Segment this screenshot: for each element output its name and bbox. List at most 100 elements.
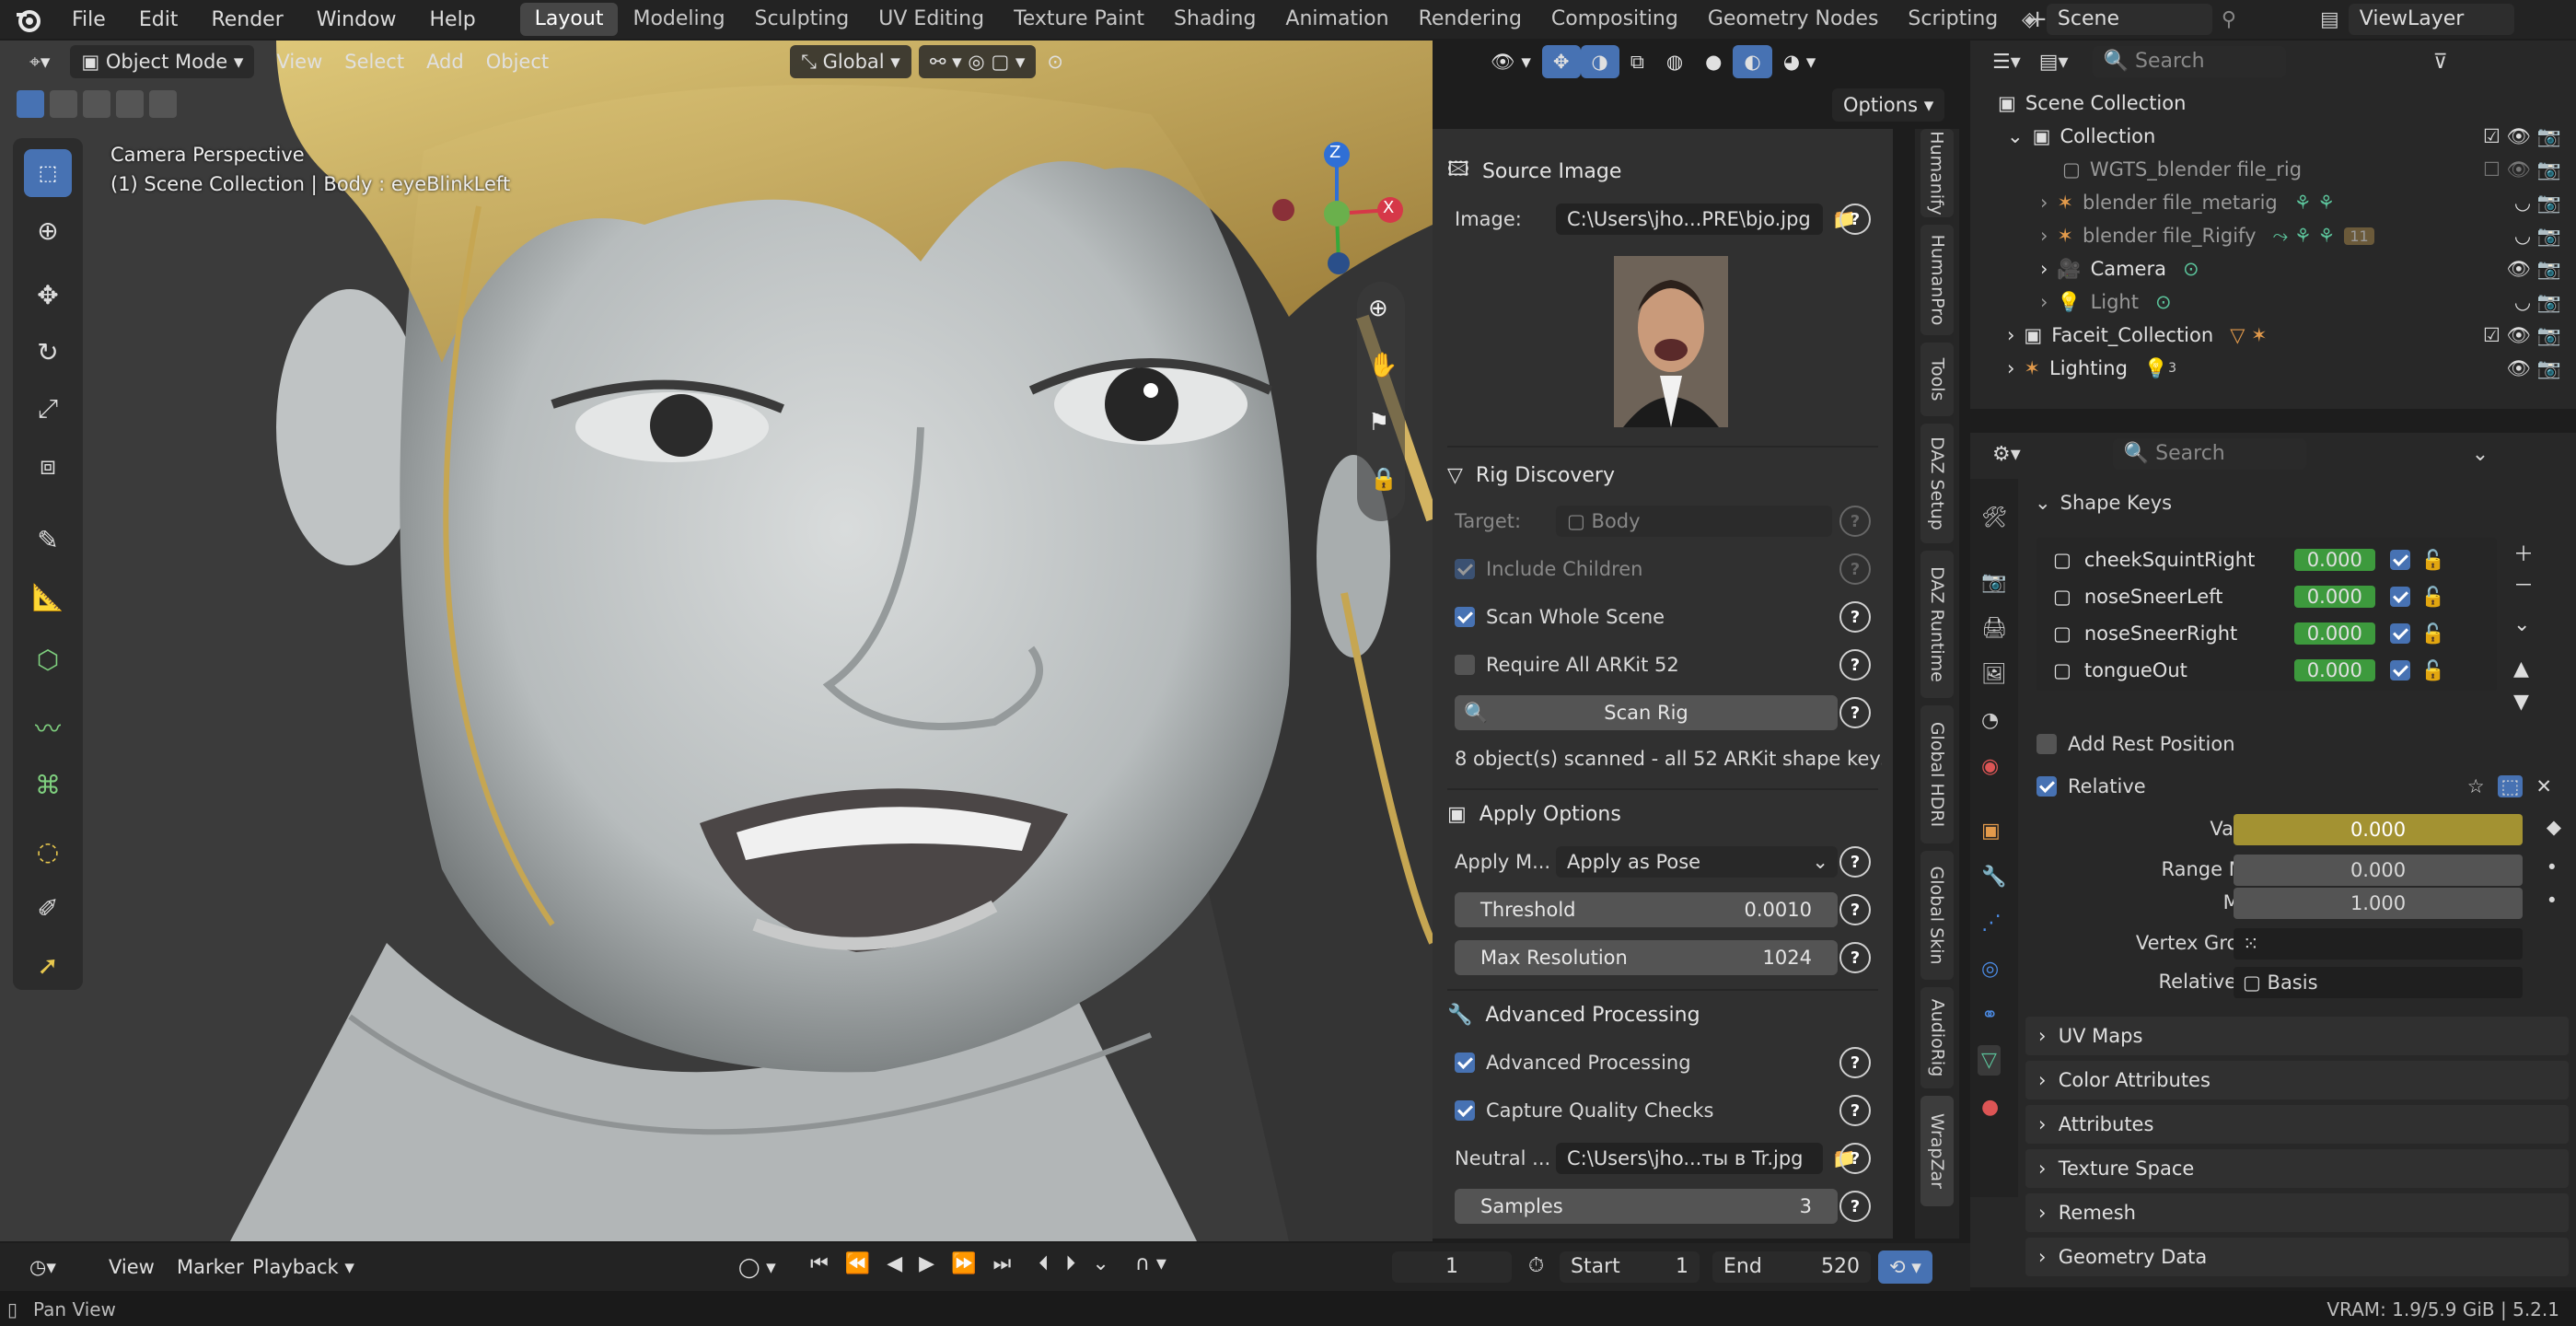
keyframe-icon[interactable]: ◆ [2547, 816, 2561, 838]
scene-collection-row[interactable]: ▣ Scene Collection [1970, 87, 2576, 120]
lock-icon[interactable]: 🔓 [2421, 659, 2445, 682]
neutral-help-icon[interactable]: ? [1839, 1143, 1871, 1174]
outliner-row-faceit[interactable]: › ▣ Faceit_Collection ▽ ✶ ☑ 👁 📷 [1970, 319, 2576, 352]
require-arkit-help-icon[interactable]: ? [1839, 649, 1871, 680]
expand-icon[interactable]: › [2007, 357, 2014, 379]
shading-solid-icon[interactable]: ● [1694, 45, 1733, 78]
tab-layout[interactable]: Layout [519, 3, 619, 36]
timeline-options-icon[interactable]: ⟲ ▾ [1878, 1250, 1932, 1284]
world-tab-icon[interactable]: ◉ [1981, 755, 1999, 778]
scene-name-field[interactable]: Scene [2046, 4, 2212, 35]
next-keyframe-icon[interactable]: ⏩ [951, 1252, 976, 1275]
color-attributes-panel[interactable]: › Color Attributes [2025, 1061, 2569, 1099]
row-controls[interactable]: ◡ 📷 [2514, 225, 2561, 248]
threshold-slider[interactable]: Threshold 0.0010 [1455, 892, 1838, 927]
start-frame-field[interactable]: Start 1 [1560, 1251, 1700, 1283]
next-marker-icon[interactable]: ⏵ [1065, 1252, 1075, 1275]
measure-tool-icon[interactable]: 📐 [24, 573, 72, 621]
scene-tab-icon[interactable]: ◔ [1981, 709, 1999, 732]
annotate-tool-icon[interactable]: ✎ [24, 516, 72, 564]
row-controls[interactable]: ☑ 👁 📷 [2483, 125, 2561, 148]
pivot-snap-dropdown[interactable]: ⚯ ▾ ◎ ▢ ▾ [918, 45, 1037, 78]
capture-quality-checkbox[interactable] [1455, 1100, 1475, 1121]
menu-file[interactable]: File [55, 8, 122, 31]
expand-icon[interactable]: › [2007, 324, 2014, 346]
shading-rendered-icon[interactable]: ◕ ▾ [1772, 45, 1828, 78]
samples-help-icon[interactable]: ? [1839, 1191, 1871, 1222]
select-box-tool-icon[interactable]: ⬚ [24, 149, 72, 197]
tab-geometry-nodes[interactable]: Geometry Nodes [1693, 3, 1894, 36]
outliner-editor-icon[interactable]: ☰▾ [1992, 51, 2021, 74]
shape-key-value[interactable]: 0.000 [2293, 549, 2375, 571]
material-tab-icon[interactable]: ● [1981, 1096, 1999, 1119]
clear-icon[interactable]: ✕ [2535, 775, 2552, 797]
menu-edit[interactable]: Edit [122, 8, 195, 31]
timeline-menu-view[interactable]: View [98, 1250, 166, 1284]
prev-marker-icon[interactable]: ⏴ [1039, 1252, 1049, 1275]
cursor-tool-icon[interactable]: ⊕ [24, 206, 72, 254]
tab-tools[interactable]: Tools [1920, 343, 1954, 416]
viewport-menu-view[interactable]: View [265, 45, 333, 78]
menu-render[interactable]: Render [194, 8, 299, 31]
tab-humanify[interactable]: Humanify [1920, 129, 1954, 217]
shading-material-icon[interactable]: ◐ [1733, 45, 1772, 78]
overlay-toggle-icon[interactable]: ◑ [1580, 45, 1619, 78]
relative-to-field[interactable]: ▢ Basis [2234, 967, 2523, 998]
current-frame-field[interactable]: 1 [1392, 1251, 1512, 1283]
shape-key-row[interactable]: ▢ noseSneerRight 0.000 🔓 [2036, 617, 2497, 650]
output-tab-icon[interactable]: 🖨 [1981, 617, 2007, 640]
properties-editor-icon[interactable]: ⚙▾ [1992, 443, 2021, 466]
relative-checkbox[interactable] [2036, 776, 2057, 797]
uv-tool-icon[interactable]: ⌘ [24, 761, 72, 808]
view-layer-name-field[interactable]: ViewLayer [2348, 4, 2514, 35]
shape-key-menu-icon[interactable]: ⌄ [2513, 613, 2530, 636]
max-resolution-help-icon[interactable]: ? [1839, 942, 1871, 973]
shape-key-mute-checkbox[interactable] [2389, 623, 2410, 644]
transform-tool-icon[interactable]: ⧈ [24, 442, 72, 490]
apply-options-header[interactable]: ▣ Apply Options [1447, 792, 1878, 836]
lock-icon[interactable]: 🔓 [2421, 622, 2445, 646]
lock-icon[interactable]: 🔒 [1370, 466, 1398, 492]
auto-keying-icon[interactable]: ◯ ▾ [727, 1250, 787, 1284]
geometry-data-panel[interactable]: › Geometry Data [2025, 1238, 2569, 1276]
row-controls[interactable]: 👁 📷 [2507, 258, 2561, 281]
tab-sculpting[interactable]: Sculpting [740, 3, 864, 36]
uv-maps-panel[interactable]: › UV Maps [2025, 1017, 2569, 1055]
timeline-menu-playback[interactable]: Playback ▾ [241, 1250, 366, 1284]
tab-shading[interactable]: Shading [1159, 3, 1271, 36]
keyframe-dot-icon[interactable]: • [2547, 856, 2558, 878]
hand-pan-icon[interactable]: ✋ [1368, 352, 1398, 379]
select-intersect-icon[interactable] [149, 90, 177, 118]
gizmo-toggle-icon[interactable]: ✥ [1541, 45, 1581, 78]
select-extend-icon[interactable] [50, 90, 77, 118]
display-mode-icon[interactable]: ▤▾ [2039, 51, 2069, 74]
scan-whole-scene-help-icon[interactable]: ? [1839, 601, 1871, 633]
neutral-path-field[interactable]: C:\Users\jho...ты в Tr.jpg [1556, 1143, 1823, 1174]
properties-options-icon[interactable]: ⌄ [2472, 443, 2489, 466]
image-path-field[interactable]: C:\Users\jho...PRE\bjo.jpg [1556, 204, 1823, 235]
row-controls[interactable]: ◡ 📷 [2514, 192, 2561, 215]
filter-icon[interactable]: ⊽ [2433, 51, 2448, 74]
shape-key-value[interactable]: 0.000 [2293, 586, 2375, 608]
texture-space-panel[interactable]: › Texture Space [2025, 1149, 2569, 1188]
jump-start-icon[interactable]: ⏮ [810, 1252, 829, 1275]
blender-logo-icon[interactable] [0, 6, 55, 33]
editor-type-icon[interactable]: ⌖▾ [18, 45, 61, 78]
row-controls[interactable]: 👁 📷 [2507, 357, 2561, 380]
tab-global-hdri[interactable]: Global HDRI [1920, 705, 1954, 843]
max-slider[interactable]: 1.000 [2234, 888, 2523, 919]
advanced-processing-help-icon[interactable]: ? [1839, 1047, 1871, 1078]
row-controls[interactable]: ☑ 👁 📷 [2483, 324, 2561, 347]
advanced-processing-header[interactable]: 🔧 Advanced Processing [1447, 993, 1878, 1037]
include-children-help-icon[interactable]: ? [1839, 553, 1871, 585]
scene-selector[interactable]: ◈ Scene ⚲ [2022, 4, 2298, 35]
outliner-row-metarig[interactable]: › ✶ blender file_metarig ⚘ ⚘ ◡ 📷 [1970, 186, 2576, 219]
viewport-menu-add[interactable]: Add [415, 45, 475, 78]
proportional-editing-icon[interactable]: ⊙ [1036, 45, 1074, 78]
target-help-icon[interactable]: ? [1839, 506, 1871, 537]
apply-mode-dropdown[interactable]: Apply as Pose ⌄ [1556, 846, 1838, 878]
max-resolution-slider[interactable]: Max Resolution 1024 [1455, 940, 1838, 975]
samples-slider[interactable]: Samples 3 [1455, 1189, 1838, 1224]
expand-icon[interactable]: › [2040, 192, 2048, 214]
play-reverse-icon[interactable]: ◀ [887, 1252, 902, 1275]
